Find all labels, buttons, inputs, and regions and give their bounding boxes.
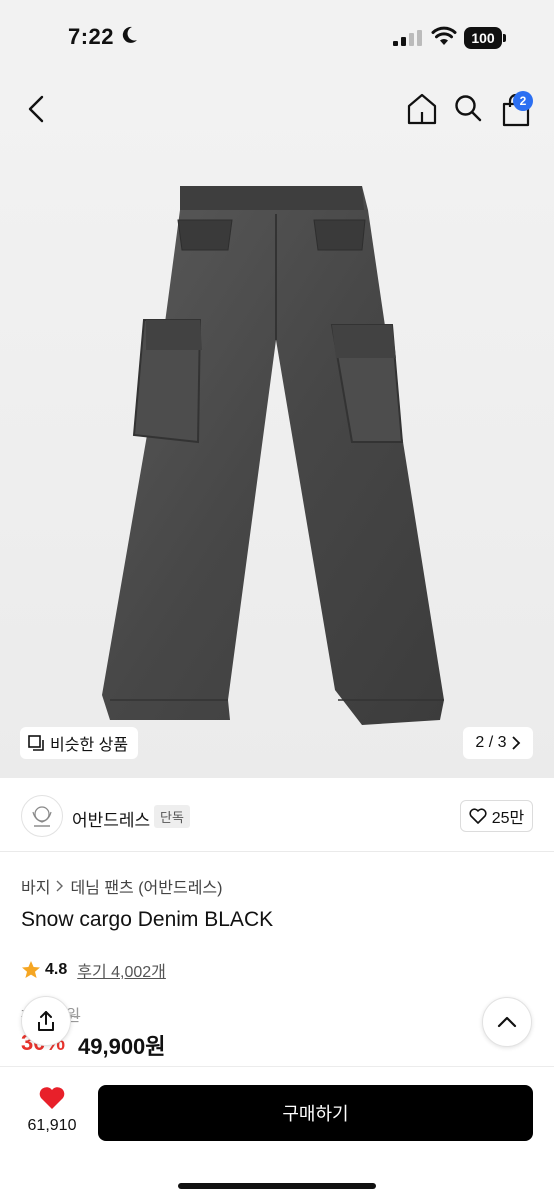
- chevron-up-icon: [497, 1016, 517, 1028]
- image-pager[interactable]: 2 / 3: [463, 727, 533, 759]
- copy-icon: [28, 734, 44, 751]
- cart-count-badge: 2: [513, 91, 533, 111]
- home-icon[interactable]: [406, 92, 438, 126]
- review-count-link[interactable]: 후기 4,002개: [77, 958, 166, 982]
- heart-outline-icon: [469, 808, 487, 824]
- breadcrumb: 바지 데님 팬츠 (어반드레스): [21, 874, 222, 898]
- scroll-to-top-button[interactable]: [482, 997, 532, 1047]
- search-icon[interactable]: [453, 93, 483, 123]
- breadcrumb-item-pants[interactable]: 바지: [21, 874, 50, 898]
- similar-products-button[interactable]: 비슷한 상품: [20, 727, 139, 759]
- status-time: 7:22: [68, 24, 115, 49]
- product-photo-cargo-jeans[interactable]: [100, 180, 450, 730]
- home-indicator: [178, 1183, 376, 1189]
- battery-icon: 100: [464, 27, 506, 49]
- buy-button[interactable]: 구매하기: [98, 1085, 533, 1141]
- breadcrumb-item-denim[interactable]: 데님 팬츠 (어반드레스): [70, 874, 222, 898]
- heart-filled-icon: [39, 1087, 65, 1109]
- moon-icon: [122, 26, 137, 43]
- wishlist-button[interactable]: 61,910: [24, 1085, 80, 1143]
- brand-like-button[interactable]: 25만: [460, 800, 533, 832]
- similar-products-label: 비슷한 상품: [50, 737, 129, 754]
- brand-name[interactable]: 어반드레스: [72, 806, 150, 831]
- exclusive-badge: 단독: [154, 805, 190, 828]
- laurel-logo-icon: [32, 806, 52, 827]
- cellular-signal-icon: [393, 30, 422, 46]
- product-title: Snow cargo Denim BLACK: [21, 908, 274, 931]
- battery-level: 100: [464, 27, 502, 49]
- chevron-right-icon: [56, 880, 64, 892]
- status-bar: 7:22 100: [0, 0, 554, 78]
- star-icon: [22, 961, 40, 978]
- brand-like-count: 25만: [491, 810, 525, 827]
- wishlist-count: 61,910: [27, 1117, 77, 1134]
- pager-label: 2 / 3: [475, 734, 507, 751]
- rating-value: 4.8: [45, 961, 68, 978]
- rating-row: 4.8 후기 4,002개: [21, 958, 166, 982]
- chevron-right-icon: [511, 736, 520, 750]
- back-chevron-icon[interactable]: [24, 94, 50, 124]
- brand-row: 어반드레스 단독 25만: [0, 780, 554, 852]
- share-icon: [38, 1011, 54, 1031]
- sale-price: 49,900원: [78, 1034, 166, 1059]
- share-button[interactable]: [21, 996, 71, 1046]
- wifi-icon: [431, 26, 457, 45]
- brand-logo[interactable]: [21, 795, 63, 837]
- bottom-action-bar: 61,910 구매하기: [0, 1066, 554, 1200]
